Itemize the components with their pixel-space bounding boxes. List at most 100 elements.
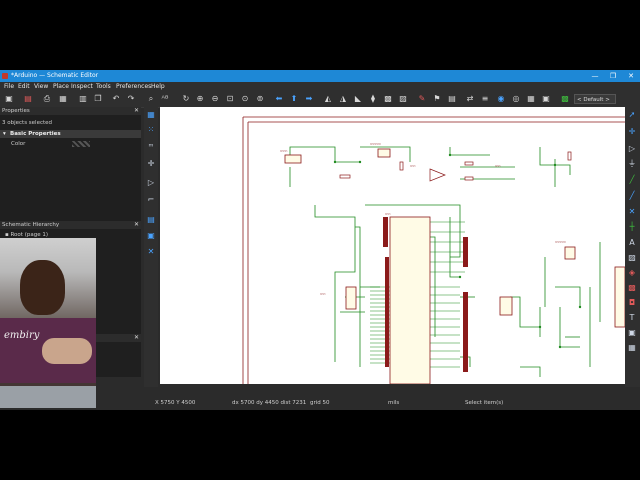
unit-select[interactable]: < Default > [574,94,616,104]
save-icon[interactable]: ▣ [4,94,14,104]
add-bus-icon[interactable]: ╱ [627,191,637,201]
page-settings-icon[interactable]: ▤ [23,94,33,104]
maximize-button[interactable]: ❐ [604,70,622,82]
zoom-out-icon[interactable]: ⊖ [210,94,220,104]
zoom-fit-icon[interactable]: ⊡ [225,94,235,104]
section-label: Basic Properties [10,131,61,137]
menu-view[interactable]: View [34,82,48,91]
add-symbol-icon[interactable]: ▷ [627,144,637,154]
cursor-crosshair-icon[interactable]: ✛ [146,159,156,169]
add-global-label-icon[interactable]: ▨ [627,253,637,263]
units-mils-icon[interactable]: ᵐ [146,142,156,152]
hierarchy-nav-icon[interactable]: ▤ [146,215,156,225]
menu-file[interactable]: File [4,82,14,91]
color-swatch[interactable] [72,141,90,147]
properties-toggle-icon[interactable]: ▣ [146,231,156,241]
schematic-canvas[interactable]: ▭▭▭▭ ▭▭▭▭▭▭ ▭▭▭ ▭▭▭ ▭▭▭ ▭▭▭▭▭▭ ▭▭▭ [160,107,625,384]
presenter-face [20,260,65,315]
title-bar: *Arduino — Schematic Editor — ❐ ✕ [0,70,640,82]
hidden-pins-icon[interactable]: ▷ [146,178,156,188]
close-icon[interactable]: ✕ [134,334,139,342]
svg-text:▭▭▭▭▭▭: ▭▭▭▭▭▭ [370,142,381,146]
status-message: Select item(s) [465,400,504,406]
add-junction-icon[interactable]: ┼ [627,222,637,232]
basic-properties-section[interactable]: ▾ Basic Properties [0,130,141,138]
add-text-icon[interactable]: T [627,313,637,323]
net-navigator-icon[interactable]: ✕ [146,247,156,257]
symbol-fields-icon[interactable]: ▤ [447,94,457,104]
arrow-left-icon[interactable]: ⬅ [274,94,284,104]
add-hier-label-icon[interactable]: ◈ [627,268,637,278]
print-icon[interactable]: ⎙ [42,94,52,104]
symbol-browser-icon[interactable]: ▨ [398,94,408,104]
highlight-net-icon[interactable]: ✛ [627,127,637,137]
scripting-icon[interactable]: ▣ [541,94,551,104]
menu-inspect[interactable]: Inspect [71,82,93,91]
arrow-up-icon[interactable]: ⬆ [289,94,299,104]
grid-icon[interactable]: ▦ [146,110,156,120]
hierarchy-panel-header: Schematic Hierarchy ✕ [0,221,141,229]
add-sheet-pin-icon[interactable]: ◘ [627,298,637,308]
find-replace-icon[interactable]: ᴬᴮ [160,94,170,104]
connector-symbol [284,154,302,164]
line-mode-icon[interactable]: ⌐ [146,195,156,205]
netlist-icon[interactable]: ⇄ [465,94,475,104]
right-tool-strip: ➚ ✛ ▷ ⏚ ╱ ╱ ✕ ┼ A ▨ ◈ ▩ ◘ T ▣ ▦ [625,107,640,387]
mirror-h-icon[interactable]: ⧫ [368,94,378,104]
undo-icon[interactable]: ↶ [111,94,121,104]
add-label-icon[interactable]: A [627,238,637,248]
rotate-cw-icon[interactable]: ◮ [338,94,348,104]
symbol-editor-icon[interactable]: ▩ [383,94,393,104]
grid-dots-icon[interactable]: ⁙ [146,125,156,135]
svg-text:▭▭▭▭: ▭▭▭▭ [280,149,287,153]
menu-help[interactable]: Help [151,82,165,91]
delta-readout: dx 5700 dy 4450 dist 7231 [232,400,307,406]
property-label: Color [11,141,26,147]
menu-preferences[interactable]: Preferences [116,82,151,91]
left-tool-strip: ▦ ⁙ ᵐ ✛ ▷ ⌐ ▤ ▣ ✕ [144,107,158,387]
menu-edit[interactable]: Edit [18,82,30,91]
schematic-editor-window: *Arduino — Schematic Editor — ❐ ✕ File E… [0,70,640,410]
schematic-drawing: ▭▭▭▭ ▭▭▭▭▭▭ ▭▭▭ ▭▭▭ ▭▭▭ ▭▭▭▭▭▭ ▭▭▭ [242,116,625,384]
find-icon[interactable]: ⌕ [146,94,156,104]
zoom-selection-icon[interactable]: ⊚ [255,94,265,104]
spice-icon[interactable]: ◉ [496,94,506,104]
add-textbox-icon[interactable]: ▣ [627,328,637,338]
units-readout: mils [388,400,400,406]
close-window-button[interactable]: ✕ [622,70,640,82]
paste-icon[interactable]: ▥ [78,94,88,104]
add-wire-icon[interactable]: ╱ [627,175,637,185]
mirror-v-icon[interactable]: ◣ [353,94,363,104]
add-power-icon[interactable]: ⏚ [627,159,637,169]
svg-text:▭▭▭: ▭▭▭ [385,212,391,216]
erc-icon[interactable]: ⚑ [432,94,442,104]
bom-icon[interactable]: ≡ [480,94,490,104]
redo-icon[interactable]: ↷ [126,94,136,104]
zoom-in-icon[interactable]: ⊕ [195,94,205,104]
cursor-coordinates: X 5750 Y 4500 [155,400,196,406]
copy-icon[interactable]: ❐ [93,94,103,104]
refresh-icon[interactable]: ↻ [181,94,191,104]
footprint-assign-icon[interactable]: ◎ [511,94,521,104]
menu-tools[interactable]: Tools [96,82,111,91]
mcu-symbol [389,216,431,384]
annotate-icon[interactable]: ✎ [417,94,427,104]
close-icon[interactable]: ✕ [134,221,139,229]
properties-panel-header: Properties ✕ [0,107,141,115]
no-connect-icon[interactable]: ✕ [627,207,637,217]
close-icon[interactable]: ✕ [134,107,139,115]
open-pcb-icon[interactable]: ▩ [560,94,570,104]
rotate-ccw-icon[interactable]: ◭ [323,94,333,104]
app-icon [2,73,8,79]
table-icon[interactable]: ▦ [526,94,536,104]
zoom-objects-icon[interactable]: ⊙ [240,94,250,104]
minimize-button[interactable]: — [586,70,604,82]
grid-size: grid 50 [310,400,330,406]
arrow-right-icon[interactable]: ➡ [304,94,314,104]
add-sheet-icon[interactable]: ▩ [627,283,637,293]
menu-place[interactable]: Place [53,82,69,91]
select-arrow-icon[interactable]: ➚ [627,110,637,120]
add-table-icon[interactable]: ▦ [627,343,637,353]
plot-icon[interactable]: ▦ [58,94,68,104]
status-bar: X 5750 Y 4500 dx 5700 dy 4450 dist 7231 … [0,397,640,409]
